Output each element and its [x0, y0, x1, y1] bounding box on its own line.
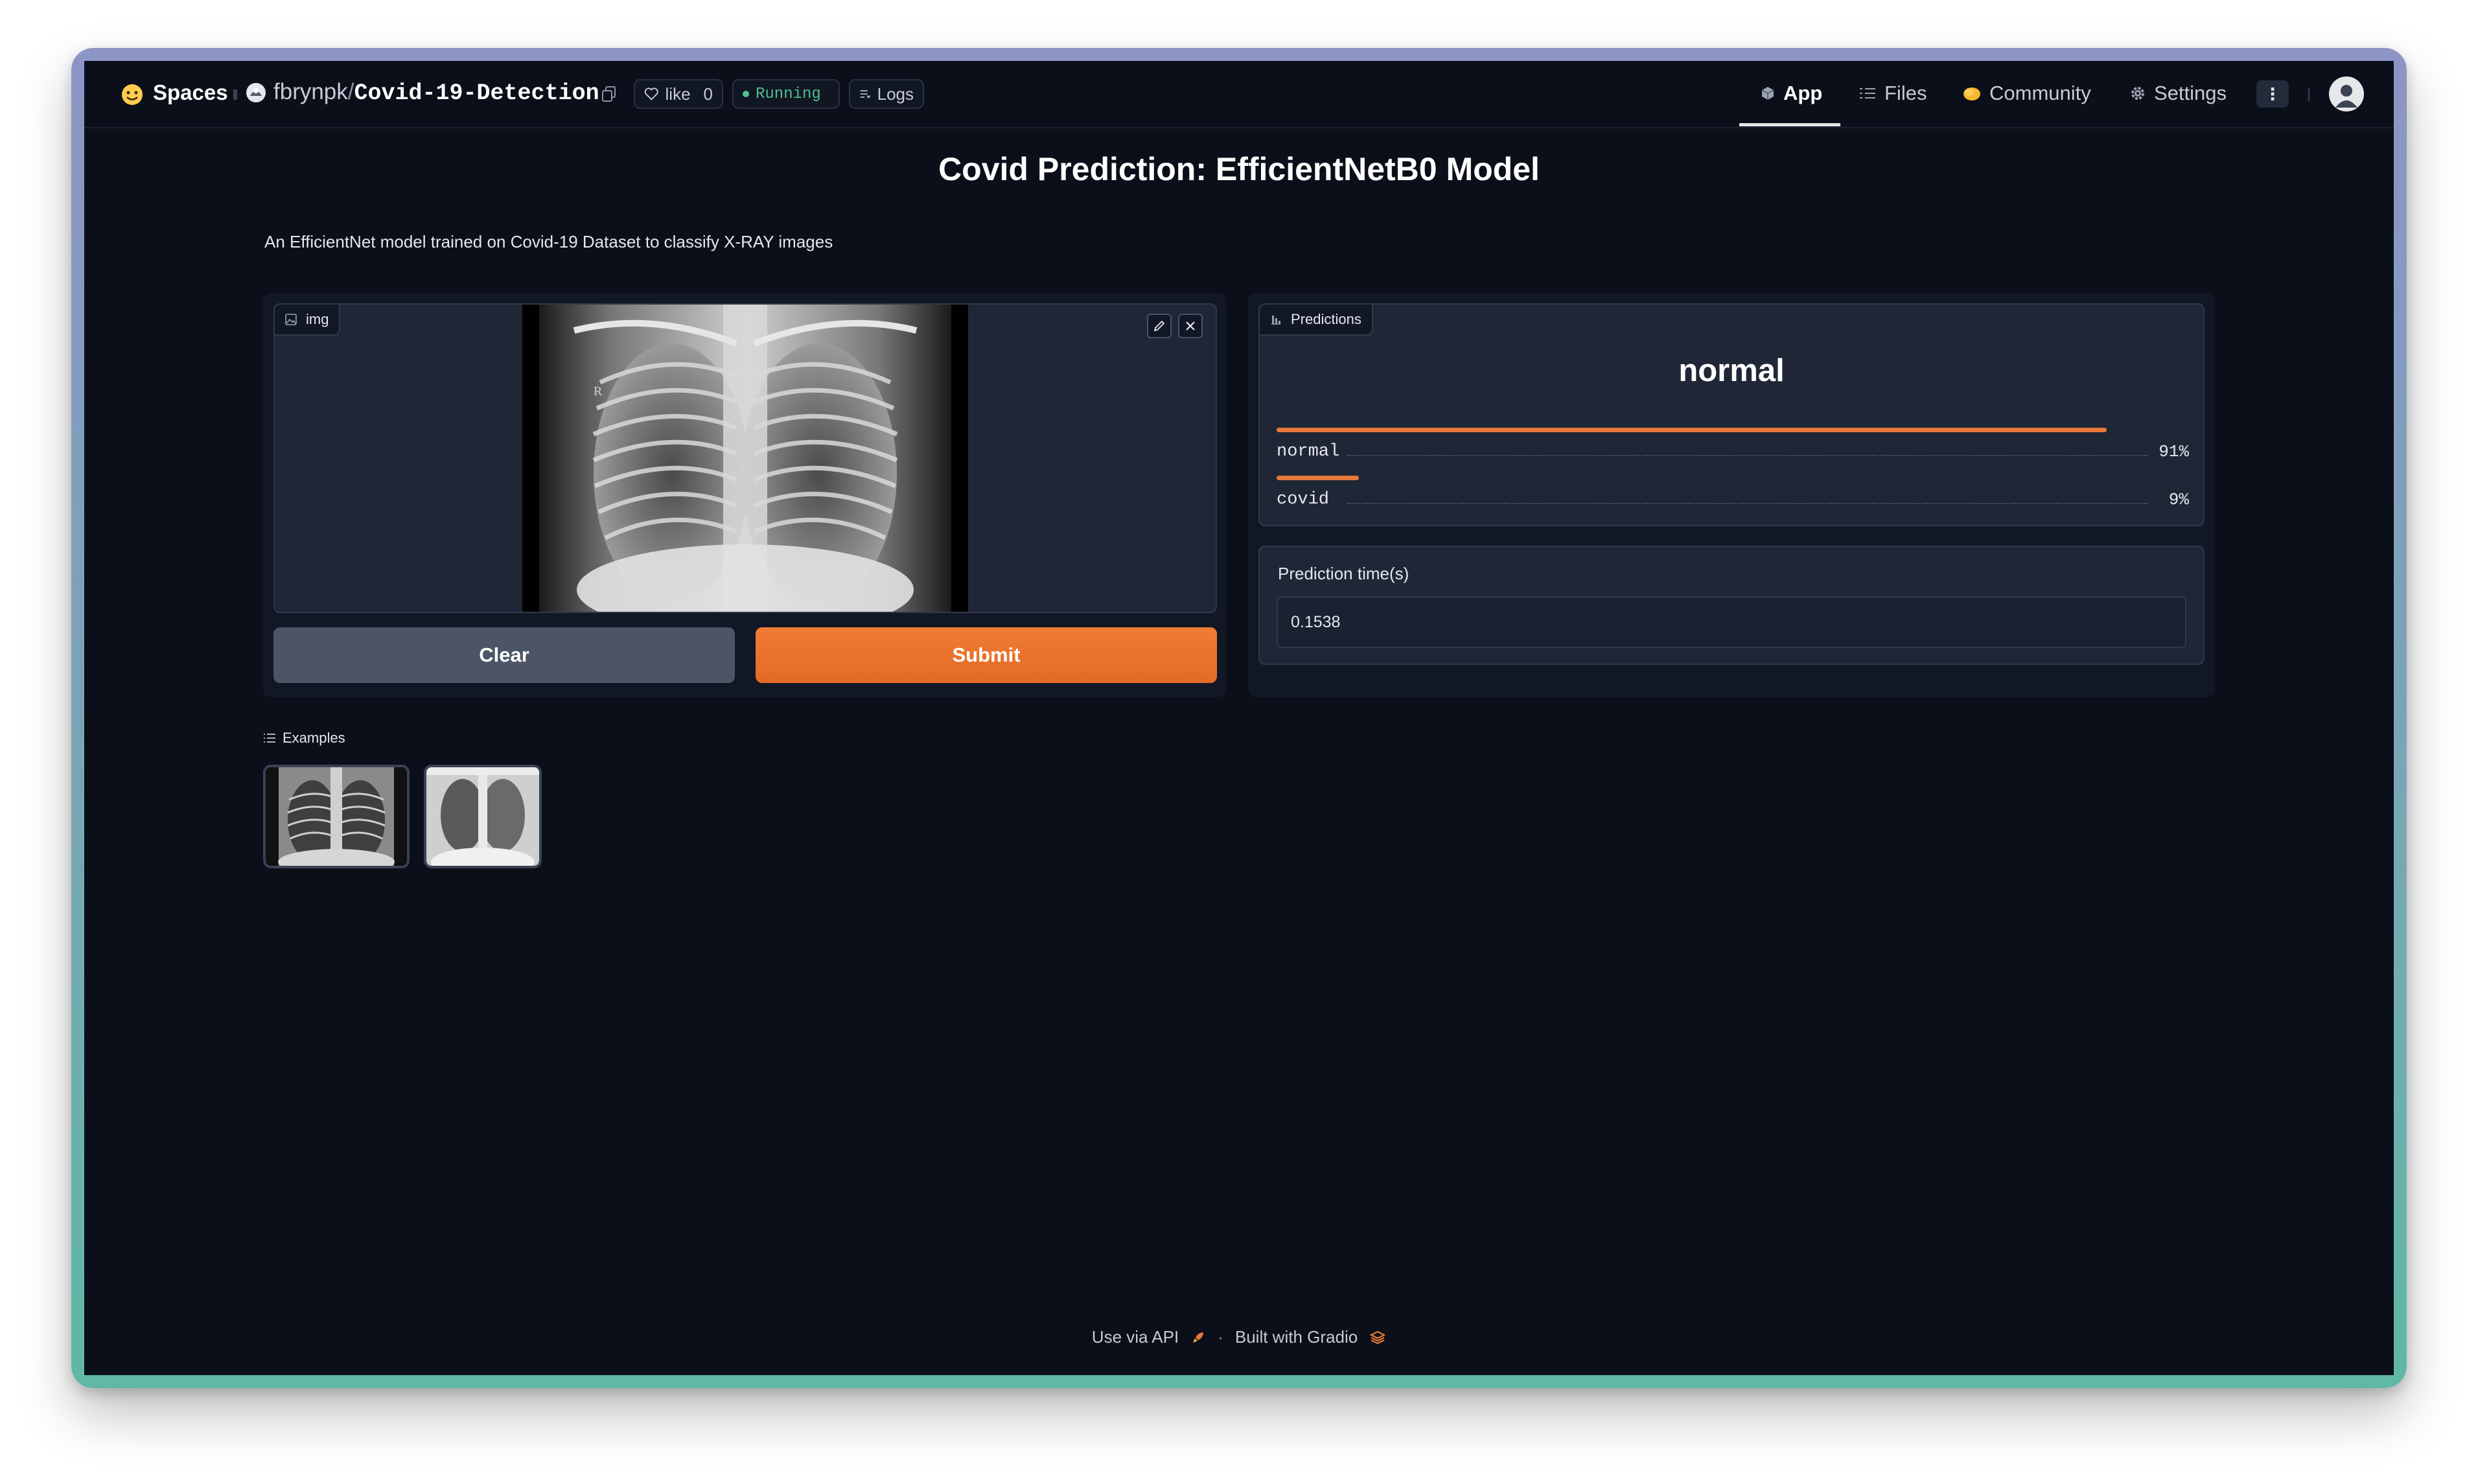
- image-icon: [285, 314, 297, 325]
- examples-label: Examples: [283, 730, 345, 746]
- confidence-label: covid: [1277, 490, 1330, 509]
- like-button[interactable]: like 0: [634, 79, 723, 109]
- running-dot-icon: [743, 91, 749, 97]
- predictions-label: Predictions: [1291, 311, 1361, 327]
- owner-avatar-icon[interactable]: [245, 82, 267, 104]
- image-label: img: [306, 311, 329, 327]
- more-options-button[interactable]: ⋮: [2256, 80, 2289, 108]
- rocket-icon: [1193, 1332, 1204, 1343]
- app-window: Spaces fbrynpk/Covid-19-Detection like 0: [84, 61, 2394, 1375]
- remove-image-button[interactable]: [1178, 314, 1203, 338]
- confidence-row[interactable]: covid 9%: [1277, 476, 2189, 515]
- tab-community[interactable]: Community: [1962, 76, 2091, 110]
- logs-button[interactable]: Logs: [849, 79, 924, 109]
- tab-community-label: Community: [1989, 82, 2091, 104]
- pencil-icon: [1153, 320, 1165, 332]
- submit-button[interactable]: Submit: [756, 627, 1217, 683]
- output-panel: Predictions normal normal 91% covid 9% P…: [1248, 293, 2215, 697]
- svg-text:R: R: [594, 384, 603, 399]
- cube-icon: [1761, 87, 1774, 100]
- repo-slash: /: [347, 79, 354, 104]
- confidence-dotted-line: [1347, 455, 2148, 456]
- community-icon: [1963, 87, 1980, 100]
- confidence-bar: [1277, 428, 2107, 432]
- tab-files[interactable]: Files: [1858, 76, 1927, 110]
- edit-image-button[interactable]: [1147, 314, 1172, 338]
- page-description: An EfficientNet model trained on Covid-1…: [264, 232, 833, 251]
- bar-chart-icon: [1271, 316, 1280, 325]
- confidence-percent: 9%: [2168, 490, 2189, 509]
- confidence-bar: [1277, 476, 1359, 480]
- built-with-gradio-link[interactable]: Built with Gradio: [1235, 1327, 1358, 1347]
- heart-icon: [644, 87, 658, 100]
- repo-name-link[interactable]: Covid-19-Detection: [354, 80, 599, 106]
- copy-icon[interactable]: [601, 86, 617, 102]
- examples-header: Examples: [263, 730, 345, 747]
- logs-label: Logs: [877, 84, 914, 104]
- status-badge[interactable]: Running: [732, 79, 840, 109]
- predictions-box: Predictions normal normal 91% covid 9%: [1258, 303, 2205, 526]
- files-icon: [1860, 88, 1875, 99]
- confidence-percent: 91%: [2159, 442, 2189, 461]
- prediction-time-box: Prediction time(s) 0.1538: [1258, 546, 2205, 665]
- confidence-dotted-line: [1347, 503, 2148, 504]
- hugging-face-logo-icon[interactable]: [119, 83, 145, 106]
- gear-icon: [2131, 87, 2144, 100]
- example-xray-image: [426, 767, 539, 866]
- active-tab-indicator: [1739, 123, 1840, 126]
- user-avatar-icon: [2330, 77, 2363, 111]
- predicted-class: normal: [1678, 353, 1785, 388]
- example-xray-image: [266, 767, 407, 866]
- tab-app-label: App: [1783, 82, 1823, 104]
- image-label-tag: img: [275, 305, 341, 336]
- prediction-time-label: Prediction time(s): [1278, 564, 1409, 583]
- logs-icon: [860, 90, 871, 99]
- image-upload-area[interactable]: R img: [273, 303, 1217, 613]
- list-icon: [264, 734, 275, 743]
- confidence-label: normal: [1277, 442, 1340, 461]
- tab-files-label: Files: [1884, 82, 1927, 104]
- confidence-row[interactable]: normal 91%: [1277, 428, 2189, 467]
- footer-separator: ·: [1218, 1327, 1223, 1347]
- tab-settings[interactable]: Settings: [2129, 76, 2227, 110]
- clear-button[interactable]: Clear: [273, 627, 735, 683]
- like-count: 0: [703, 84, 713, 104]
- footer: Use via API · Built with Gradio: [84, 1327, 2394, 1347]
- window-frame: Spaces fbrynpk/Covid-19-Detection like 0: [71, 48, 2407, 1388]
- repo-path: fbrynpk/Covid-19-Detection: [273, 79, 599, 106]
- example-thumbnail[interactable]: [263, 765, 410, 868]
- header-divider: [2308, 88, 2310, 101]
- page-title: Covid Prediction: EfficientNetB0 Model: [938, 151, 1540, 187]
- example-thumbnail[interactable]: [424, 765, 542, 868]
- spaces-link[interactable]: Spaces: [153, 80, 228, 105]
- input-panel: R img Clear Submit: [263, 293, 1226, 697]
- header-separator: [233, 89, 237, 100]
- use-via-api-link[interactable]: Use via API: [1092, 1327, 1179, 1347]
- tab-app[interactable]: App: [1760, 76, 1822, 110]
- prediction-time-field[interactable]: 0.1538: [1277, 596, 2186, 648]
- tab-settings-label: Settings: [2154, 82, 2227, 104]
- repo-owner-link[interactable]: fbrynpk: [273, 79, 348, 104]
- close-icon: [1186, 321, 1195, 330]
- status-label: Running: [756, 85, 821, 103]
- predictions-label-tag: Predictions: [1260, 305, 1373, 336]
- top-header: Spaces fbrynpk/Covid-19-Detection like 0: [84, 61, 2394, 128]
- user-avatar[interactable]: [2329, 76, 2364, 111]
- xray-image: R: [522, 305, 968, 612]
- like-label: like: [665, 84, 691, 104]
- gradio-logo-icon: [1369, 1330, 1386, 1344]
